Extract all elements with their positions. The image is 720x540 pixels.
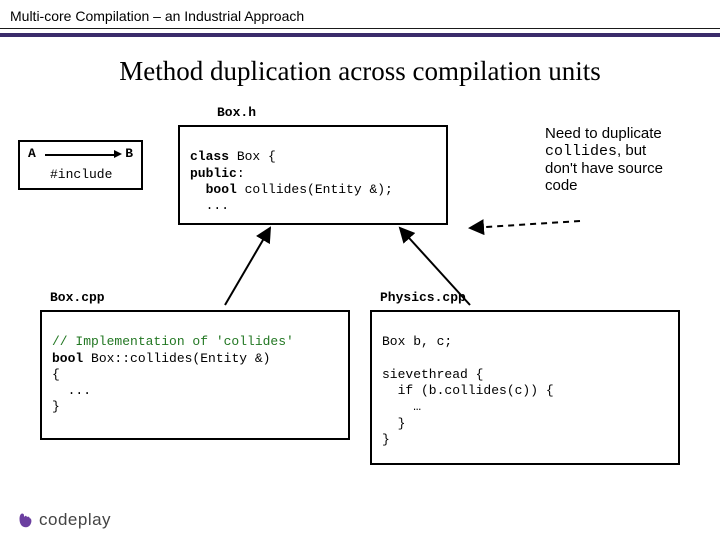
code-physics-cpp: Box b, c; sievethread { if (b.collides(c… [382, 334, 554, 447]
code-box-cpp-body: bool Box::collides(Entity &) { ... } [52, 351, 270, 415]
codebox-physics-cpp: Box b, c; sievethread { if (b.collides(c… [370, 310, 680, 465]
header-subtitle: Multi-core Compilation – an Industrial A… [0, 0, 720, 28]
include-B: B [125, 146, 133, 161]
include-diagram: A B #include [18, 140, 143, 190]
label-physics-cpp: Physics.cpp [380, 290, 466, 305]
code-box-cpp-comment: // Implementation of 'collides' [52, 334, 294, 349]
divider [0, 28, 720, 32]
logo-text: codeplay [39, 510, 111, 529]
note-line1a: Need to duplicate [545, 125, 662, 142]
logo: codeplay [14, 508, 111, 530]
label-box-cpp: Box.cpp [50, 290, 105, 305]
hand-icon [14, 508, 36, 530]
code-box-h: class Box { public: bool collides(Entity… [190, 149, 393, 213]
codebox-box-h: class Box { public: bool collides(Entity… [178, 125, 448, 225]
codebox-box-cpp: // Implementation of 'collides' bool Box… [40, 310, 350, 440]
note-line1b-rest: , but [617, 142, 646, 159]
include-arrow-line [45, 154, 115, 156]
label-box-h: Box.h [217, 105, 256, 120]
include-arrow-head [114, 150, 122, 158]
include-label: #include [50, 167, 112, 182]
content-stage: Box.h class Box { public: bool collides(… [0, 105, 720, 535]
note-line3: code [545, 177, 578, 194]
note-line2: don't have source [545, 160, 663, 177]
page-title: Method duplication across compilation un… [0, 56, 720, 87]
note-code: collides [545, 143, 617, 160]
include-A: A [28, 146, 36, 161]
annotation-note: Need to duplicate collides, but don't ha… [545, 125, 710, 194]
